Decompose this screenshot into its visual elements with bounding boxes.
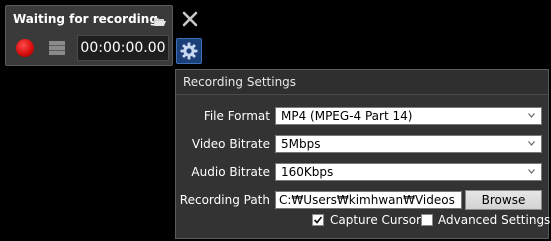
audio-bitrate-label: Audio Bitrate: [191, 165, 270, 179]
audio-bitrate-select[interactable]: 160Kbps: [275, 163, 542, 181]
folder-open-icon[interactable]: [153, 13, 167, 26]
recording-path-input[interactable]: C:₩Users₩kimhwan₩Videos: [275, 191, 462, 209]
video-bitrate-label: Video Bitrate: [191, 137, 270, 151]
capture-cursor-checkbox[interactable]: [312, 214, 324, 226]
recording-status: Waiting for recording: [13, 12, 158, 26]
gear-icon: [180, 42, 198, 60]
file-format-label: File Format: [203, 109, 270, 123]
checkmark-icon: [313, 216, 323, 224]
recording-path-label: Recording Path: [179, 193, 270, 207]
chevron-down-icon: [528, 113, 535, 118]
file-format-select[interactable]: MP4 (MPEG-4 Part 14): [275, 107, 542, 125]
advanced-settings-label: Advanced Settings: [438, 213, 551, 227]
audio-bitrate-value: 160Kbps: [281, 165, 334, 179]
panel-title: Recording Settings: [183, 75, 297, 89]
panel-header: Recording Settings: [176, 70, 548, 95]
chevron-down-icon: [528, 141, 535, 146]
video-bitrate-value: 5Mbps: [281, 137, 321, 151]
recording-settings-panel: Recording Settings File Format MP4 (MPEG…: [175, 69, 551, 239]
capture-cursor-label: Capture Cursor: [330, 213, 421, 227]
close-icon[interactable]: [181, 10, 199, 28]
recorder-widget: Waiting for recording 00:00:00.00: [5, 5, 173, 66]
settings-button[interactable]: [176, 38, 202, 64]
chevron-down-icon: [528, 169, 535, 174]
browse-button[interactable]: Browse: [465, 190, 542, 210]
stop-button[interactable]: [49, 41, 65, 55]
advanced-settings-checkbox[interactable]: [421, 214, 433, 226]
record-button[interactable]: [16, 39, 34, 57]
video-bitrate-select[interactable]: 5Mbps: [275, 135, 542, 153]
elapsed-timer: 00:00:00.00: [77, 35, 169, 61]
file-format-value: MP4 (MPEG-4 Part 14): [281, 109, 413, 123]
